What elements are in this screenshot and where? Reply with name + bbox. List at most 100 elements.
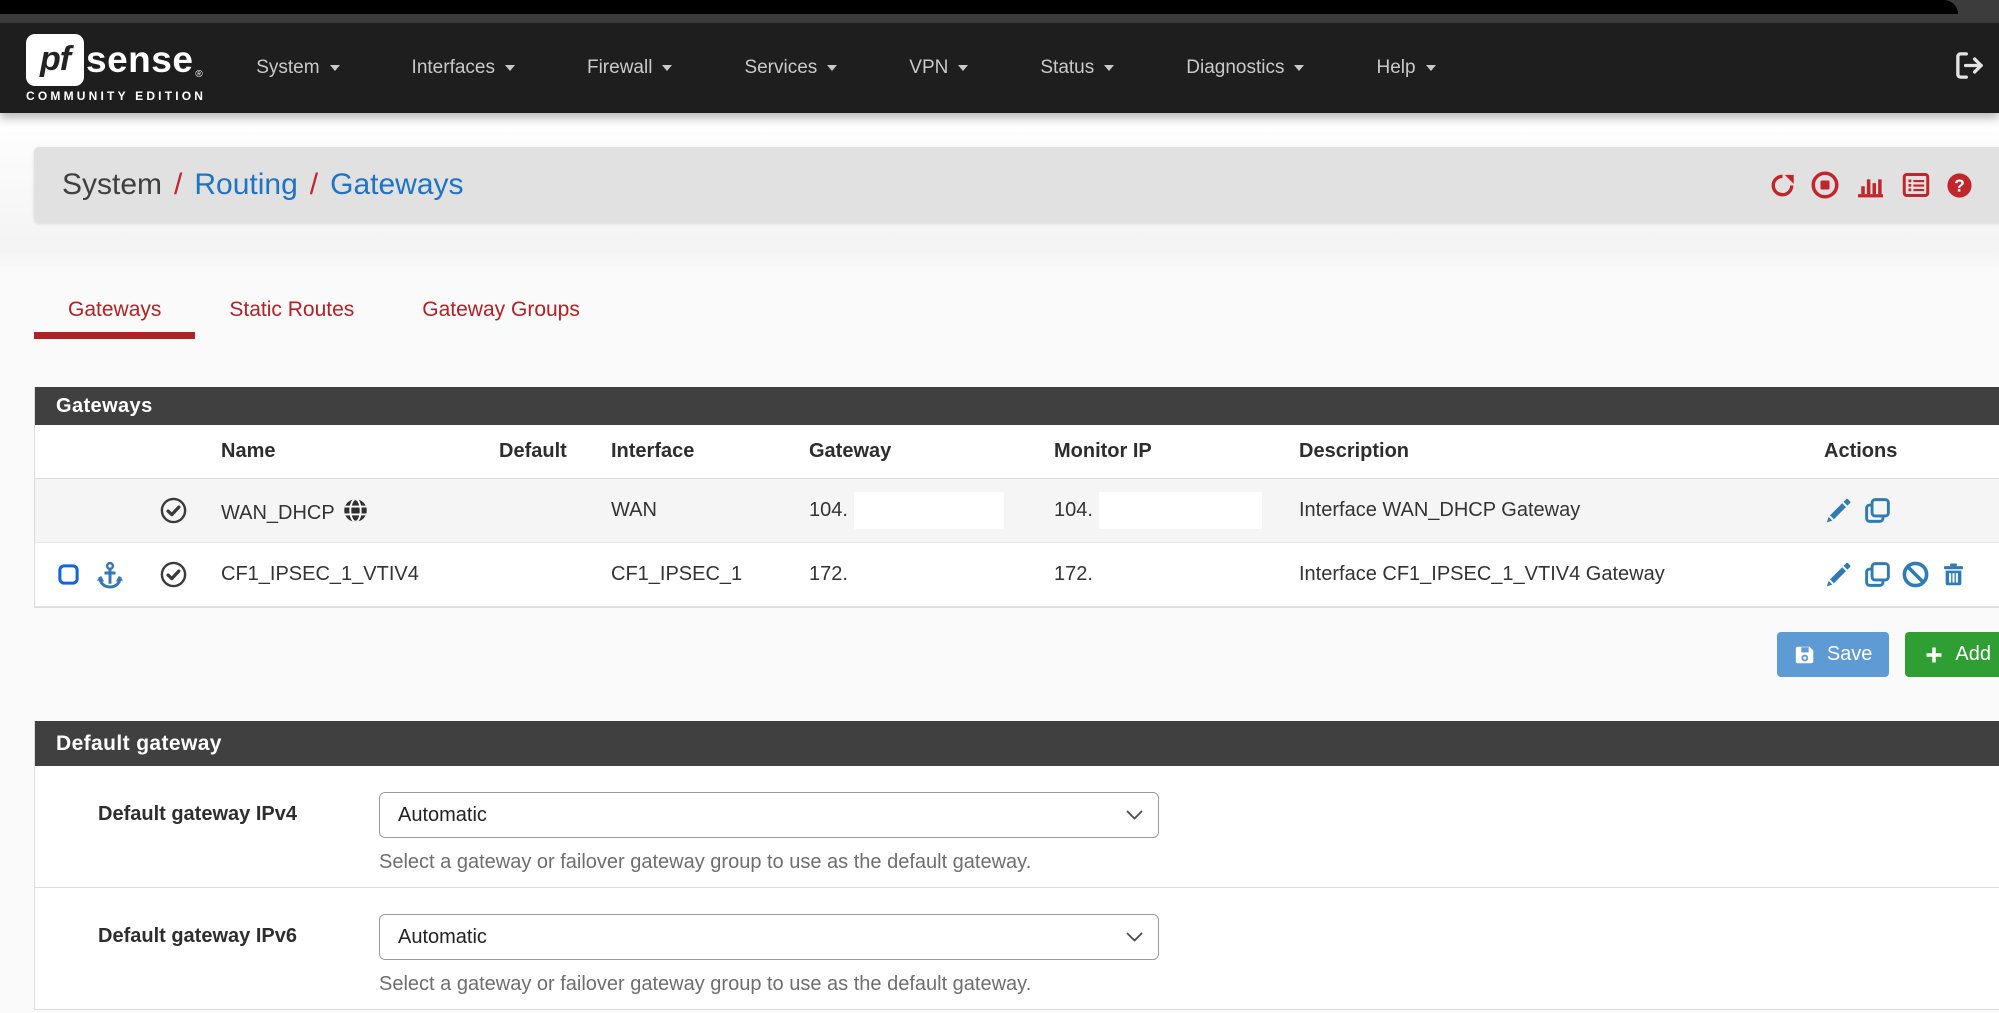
tab-gateways[interactable]: Gateways: [34, 287, 195, 339]
gateway-default-cell: [491, 543, 603, 607]
gateway-name-cell: CF1_IPSEC_1_VTIV4: [213, 543, 491, 607]
col-status: [146, 425, 213, 479]
nav-firewall[interactable]: Firewall: [587, 57, 672, 79]
community-edition-label: COMMUNITY EDITION: [26, 89, 206, 103]
nav-help[interactable]: Help: [1376, 57, 1435, 79]
col-interface: Interface: [603, 425, 801, 479]
monitor-ip: 104.: [1054, 499, 1093, 521]
gateway-default-cell: [491, 479, 603, 543]
col-actions: Actions: [1816, 425, 1999, 479]
help-icon[interactable]: ?: [1945, 171, 1974, 200]
breadcrumb-separator: /: [174, 168, 182, 202]
table-row: WAN_DHCP WAN: [35, 479, 1999, 543]
breadcrumb-link-gateways[interactable]: Gateways: [330, 168, 463, 202]
pfsense-logo-row: pf sense ®: [26, 34, 203, 86]
row-actions-cell: [1816, 543, 1999, 607]
default-gateway-ipv4-row: Default gateway IPv4 Automatic Select a …: [35, 766, 1999, 887]
nav-system[interactable]: System: [256, 57, 339, 79]
default-gateway-panel-title: Default gateway: [35, 721, 1999, 766]
registered-mark: ®: [195, 69, 202, 80]
col-gateway: Gateway: [801, 425, 1046, 479]
nav-menu: System Interfaces Firewall Services VPN …: [256, 57, 1435, 79]
breadcrumb-actions: ?: [1769, 170, 1974, 200]
col-name: Name: [213, 425, 491, 479]
save-icon: [1794, 644, 1816, 666]
nav-system-label: System: [256, 57, 319, 79]
gateway-interface-cell: WAN: [603, 479, 801, 543]
nav-diagnostics[interactable]: Diagnostics: [1186, 57, 1304, 79]
gateway-status-cell: [146, 479, 213, 543]
sense-logo-text: sense: [86, 39, 193, 81]
gateway-address-cell: 172.: [801, 543, 1046, 607]
gateway-name-cell: WAN_DHCP: [213, 479, 491, 543]
default-gateway-ipv6-select[interactable]: Automatic: [379, 914, 1159, 960]
caret-down-icon: [1294, 65, 1304, 71]
gateway-address: 172.: [809, 563, 848, 585]
system-logs-icon[interactable]: [1901, 170, 1931, 200]
edit-icon[interactable]: [1824, 496, 1853, 525]
nav-vpn[interactable]: VPN: [909, 57, 968, 79]
tab-gateway-groups[interactable]: Gateway Groups: [388, 287, 614, 339]
field-help-text: Select a gateway or failover gateway gro…: [379, 851, 1159, 874]
gateways-panel: Gateways Name Default Interface Gateway: [34, 387, 1999, 608]
default-gateway-ipv4-select[interactable]: Automatic: [379, 792, 1159, 838]
gateway-interface-cell: CF1_IPSEC_1: [603, 543, 801, 607]
gateway-description-cell: Interface WAN_DHCP Gateway: [1291, 479, 1816, 543]
tab-static-routes[interactable]: Static Routes: [195, 287, 388, 339]
nav-status[interactable]: Status: [1040, 57, 1114, 79]
copy-icon[interactable]: [1863, 560, 1892, 589]
monitor-ip-cell: 104.: [1046, 479, 1291, 543]
chevron-down-icon: [1126, 810, 1143, 820]
delete-icon[interactable]: [1940, 560, 1967, 589]
nav-interfaces[interactable]: Interfaces: [412, 57, 515, 79]
edit-icon[interactable]: [1824, 560, 1853, 589]
pfsense-logo[interactable]: pf sense ® COMMUNITY EDITION: [26, 34, 206, 103]
table-header-row: Name Default Interface Gateway Monitor I…: [35, 425, 1999, 479]
monitor-ip-cell: 172.: [1046, 543, 1291, 607]
col-monitor-ip: Monitor IP: [1046, 425, 1291, 479]
anchor-icon: [95, 560, 125, 590]
default-gateway-ipv6-row: Default gateway IPv6 Automatic Select a …: [35, 887, 1999, 1009]
col-default: Default: [491, 425, 603, 479]
window-chrome-strip: [0, 0, 1999, 23]
gateway-name: CF1_IPSEC_1_VTIV4: [221, 563, 419, 585]
field-help-text: Select a gateway or failover gateway gro…: [379, 973, 1159, 996]
save-button-label: Save: [1827, 643, 1873, 666]
nav-diagnostics-label: Diagnostics: [1186, 57, 1284, 79]
row-actions-cell: [1816, 479, 1999, 543]
add-button[interactable]: Add: [1905, 632, 1999, 677]
tab-bar: Gateways Static Routes Gateway Groups: [34, 287, 1999, 339]
plus-icon: [1924, 645, 1944, 665]
default-gateway-panel: Default gateway Default gateway IPv4 Aut…: [34, 721, 1999, 1010]
selected-option: Automatic: [398, 926, 487, 949]
checkbox-icon[interactable]: [57, 563, 80, 586]
sign-out-icon[interactable]: [1954, 50, 1985, 86]
top-navbar: pf sense ® COMMUNITY EDITION System Inte…: [0, 23, 1999, 113]
redacted-value: [854, 492, 1004, 529]
stop-circle-icon[interactable]: [1810, 170, 1840, 200]
breadcrumb: System / Routing / Gateways: [34, 147, 1999, 223]
redacted-value: [1099, 492, 1262, 529]
nav-interfaces-label: Interfaces: [412, 57, 495, 79]
table-row: CF1_IPSEC_1_VTIV4 CF1_IPSEC_1 172. 172. …: [35, 543, 1999, 607]
default-gateway-ipv4-label: Default gateway IPv4: [98, 792, 379, 874]
breadcrumb-link-routing[interactable]: Routing: [194, 168, 297, 202]
copy-icon[interactable]: [1863, 496, 1892, 525]
pf-logo-box: pf: [26, 34, 84, 86]
caret-down-icon: [330, 65, 340, 71]
gateway-address-cell: 104.: [801, 479, 1046, 543]
gateways-panel-title: Gateways: [35, 387, 1999, 425]
nav-firewall-label: Firewall: [587, 57, 652, 79]
bar-chart-icon[interactable]: [1854, 170, 1887, 200]
caret-down-icon: [1426, 65, 1436, 71]
refresh-icon[interactable]: [1769, 172, 1796, 199]
pf-logo-text: pf: [40, 40, 70, 79]
check-circle-icon: [159, 560, 188, 589]
caret-down-icon: [1104, 65, 1114, 71]
check-circle-icon: [159, 496, 188, 525]
disable-icon[interactable]: [1901, 560, 1930, 589]
breadcrumb-section: System: [62, 168, 162, 202]
chevron-down-icon: [1126, 932, 1143, 942]
nav-services[interactable]: Services: [744, 57, 837, 79]
save-button[interactable]: Save: [1777, 632, 1890, 677]
